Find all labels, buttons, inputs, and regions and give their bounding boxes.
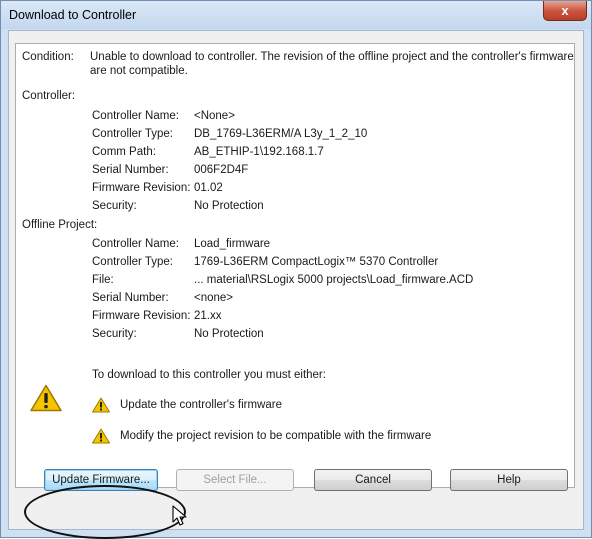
project-firmware-revision-value: 21.xx (194, 310, 222, 322)
project-serial-number-label: Serial Number: (92, 292, 169, 304)
project-controller-name-label: Controller Name: (92, 238, 179, 250)
serial-number-value: 006F2D4F (194, 164, 249, 176)
warning-triangle-icon (92, 428, 110, 444)
controller-type-value: DB_1769-L36ERM/A L3y_1_2_10 (194, 128, 368, 140)
controller-heading: Controller: (22, 90, 76, 102)
select-file-button[interactable]: Select File... (176, 469, 294, 491)
controller-name-label: Controller Name: (92, 110, 179, 122)
title-bar[interactable]: Download to Controller x (1, 1, 591, 29)
project-security-value: No Protection (194, 328, 264, 340)
project-serial-number-value: <none> (194, 292, 234, 304)
window-title: Download to Controller (9, 8, 137, 22)
cancel-button[interactable]: Cancel (314, 469, 432, 491)
condition-text-line2: are not compatible. (90, 65, 188, 77)
controller-name-value: <None> (194, 110, 235, 122)
project-controller-name-value: Load_firmware (194, 238, 271, 250)
project-security-label: Security: (92, 328, 137, 340)
option-modify-revision-text: Modify the project revision to be compat… (120, 430, 432, 442)
security-label: Security: (92, 200, 137, 212)
mouse-pointer-icon (172, 505, 187, 526)
security-value: No Protection (194, 200, 264, 212)
dialog-client-area: Condition: Unable to download to control… (8, 30, 584, 530)
project-controller-type-label: Controller Type: (92, 256, 173, 268)
condition-label: Condition: (22, 51, 74, 63)
condition-text-line1: Unable to download to controller. The re… (90, 51, 574, 63)
offline-project-heading: Offline Project: (22, 219, 98, 231)
comm-path-label: Comm Path: (92, 146, 156, 158)
project-controller-type-value: 1769-L36ERM CompactLogix™ 5370 Controlle… (194, 256, 439, 268)
help-button[interactable]: Help (450, 469, 568, 491)
serial-number-label: Serial Number: (92, 164, 169, 176)
firmware-revision-value: 01.02 (194, 182, 223, 194)
project-file-label: File: (92, 274, 114, 286)
controller-type-label: Controller Type: (92, 128, 173, 140)
highlight-ellipse (24, 485, 186, 539)
project-firmware-revision-label: Firmware Revision: (92, 310, 191, 322)
close-x-icon: x (561, 3, 569, 18)
project-file-value: ... material\RSLogix 5000 projects\Load_… (194, 274, 474, 286)
firmware-revision-label: Firmware Revision: (92, 182, 191, 194)
details-panel: Condition: Unable to download to control… (15, 43, 575, 488)
warning-triangle-icon (30, 384, 62, 412)
option-update-firmware-text: Update the controller's firmware (120, 399, 282, 411)
warning-triangle-icon (92, 397, 110, 413)
comm-path-value: AB_ETHIP-1\192.168.1.7 (194, 146, 324, 158)
dialog-window: Download to Controller x Condition: Unab… (0, 0, 592, 538)
close-button[interactable]: x (543, 1, 587, 21)
instructions-intro: To download to this controller you must … (92, 369, 326, 381)
